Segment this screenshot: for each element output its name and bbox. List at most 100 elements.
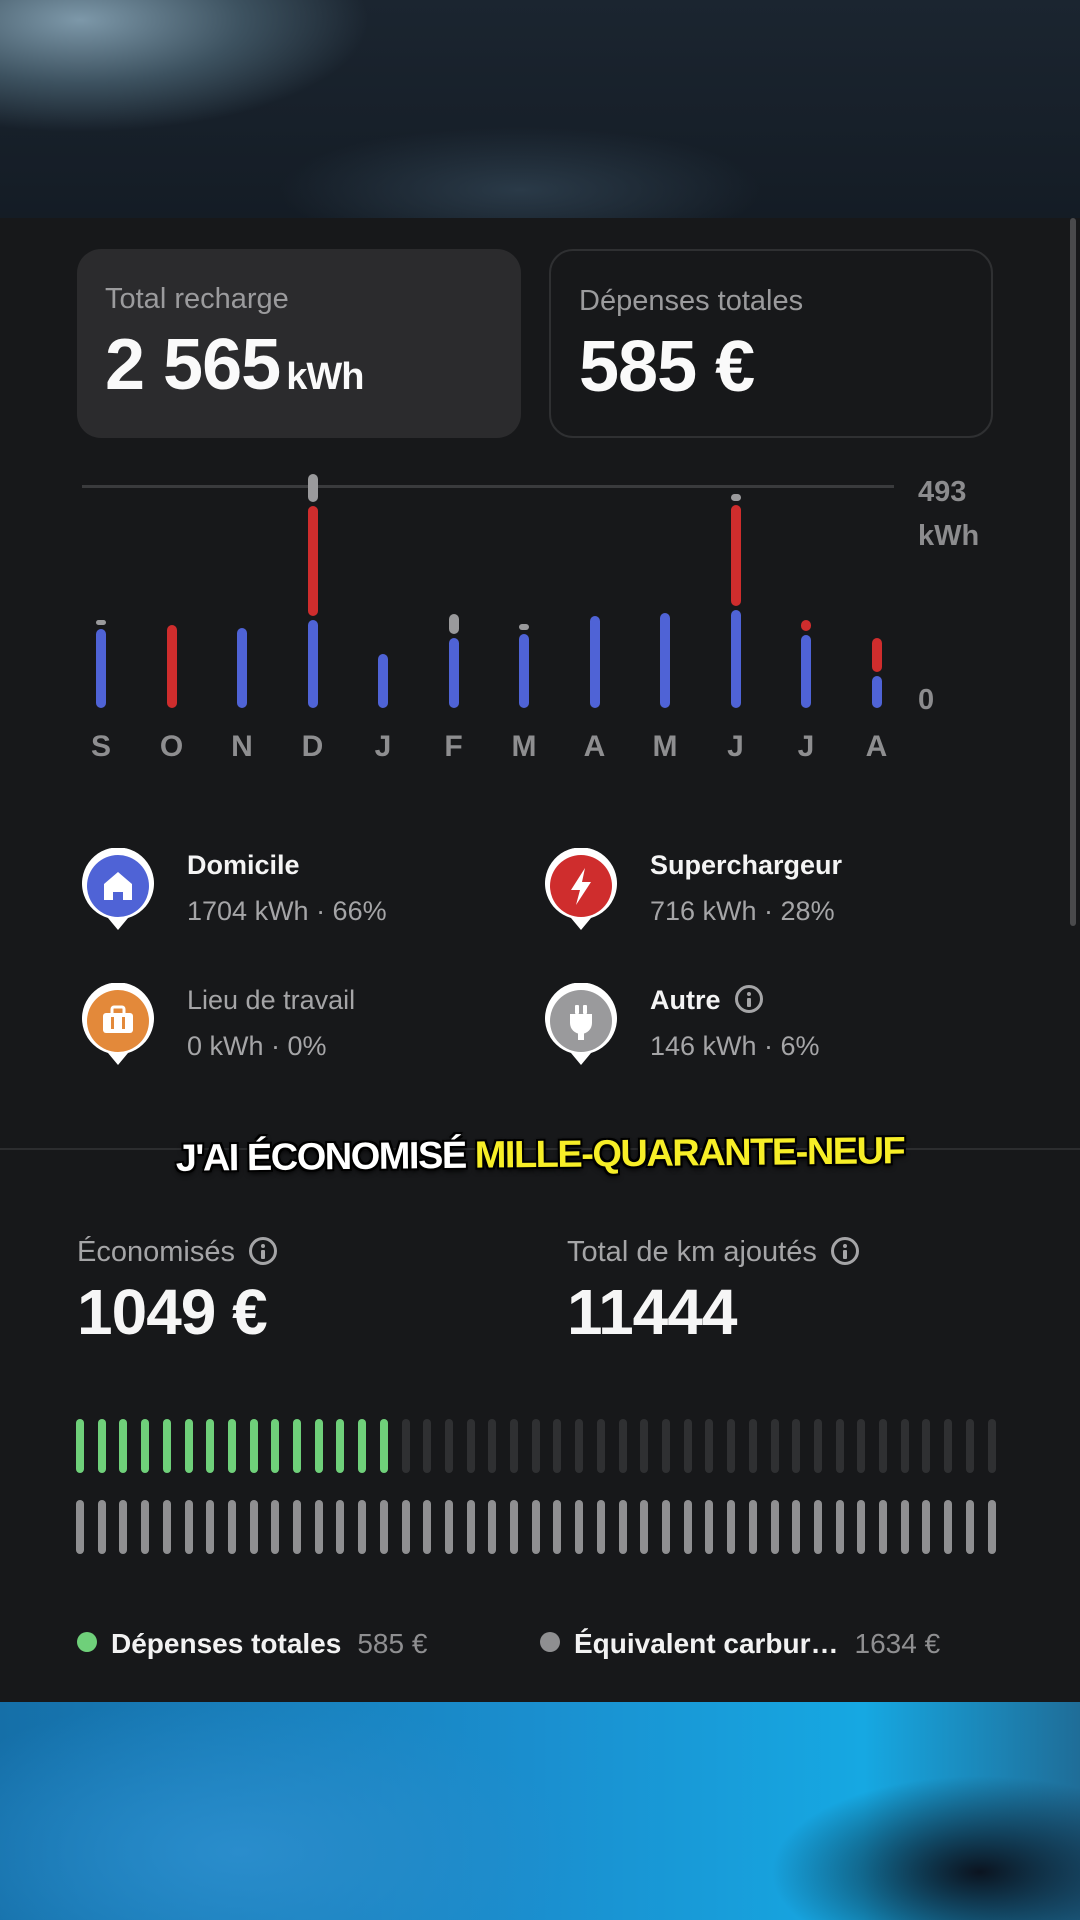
total-charge-card[interactable]: Total recharge 2 565 kWh <box>77 249 521 438</box>
comparison-tick <box>553 1419 562 1473</box>
comparison-tick <box>944 1500 953 1554</box>
month-label: A <box>865 730 888 763</box>
caption-yellow-text: MILLE-QUARANTE-NEUF <box>474 1130 905 1177</box>
comparison-tick <box>879 1500 888 1554</box>
location-home-name: Domicile <box>187 850 300 880</box>
location-other-detail: 146 kWh · 6% <box>650 1031 820 1061</box>
monthly-charge-chart: 493 kWh 0 S O N D J F M A M J J A <box>70 470 1010 770</box>
comparison-tick <box>293 1419 302 1473</box>
comparison-tick <box>596 1419 605 1473</box>
month-label: F <box>444 730 463 763</box>
location-other-name: Autre <box>650 985 763 1016</box>
location-workplace-name: Lieu de travail <box>187 985 356 1015</box>
comparison-tick <box>336 1419 345 1473</box>
total-spend-label: Dépenses totales <box>579 285 804 317</box>
comparison-tick <box>857 1419 866 1473</box>
month-label: D <box>301 730 324 763</box>
chart-bar <box>871 637 882 672</box>
location-other[interactable]: Autre 146 kWh · 6% <box>543 983 983 1065</box>
comparison-tick <box>813 1500 822 1554</box>
background-top <box>0 0 1080 218</box>
background-bottom <box>0 1702 1080 1920</box>
legend-total-spend: Dépenses totales 585 € <box>77 1628 427 1660</box>
comparison-tick <box>813 1419 822 1473</box>
chart-bar <box>448 613 459 635</box>
comparison-tick <box>358 1419 367 1473</box>
spend-comparison-bar <box>76 1419 996 1473</box>
chart-bar <box>519 624 529 630</box>
month-label: S <box>90 730 111 763</box>
chart-bar <box>448 638 459 708</box>
chart-bar <box>237 627 247 708</box>
comparison-tick <box>705 1419 714 1473</box>
y-axis-unit: kWh <box>918 520 980 552</box>
location-supercharger-detail: 716 kWh · 28% <box>650 896 835 926</box>
month-label: O <box>159 730 184 763</box>
comparison-tick <box>119 1419 128 1473</box>
location-workplace[interactable]: Lieu de travail 0 kWh · 0% <box>80 983 500 1065</box>
comparison-tick <box>965 1500 974 1554</box>
comparison-tick <box>683 1419 692 1473</box>
total-charge-unit: kWh <box>286 356 364 398</box>
info-icon[interactable] <box>734 985 763 1013</box>
month-label: J <box>797 730 815 763</box>
saved-label: Économisés <box>77 1236 277 1269</box>
comparison-tick <box>76 1419 84 1473</box>
total-spend-card[interactable]: Dépenses totales 585 € <box>549 249 993 438</box>
total-spend-value: 585 € <box>579 327 755 407</box>
legend-spend-label: Dépenses totales <box>111 1628 342 1659</box>
comparison-tick <box>900 1419 909 1473</box>
scrollbar[interactable] <box>1070 218 1076 926</box>
comparison-tick <box>184 1500 193 1554</box>
legend-dot-grey <box>540 1632 560 1652</box>
comparison-tick <box>770 1419 779 1473</box>
chart-bar <box>730 609 741 708</box>
fuel-comparison-bar <box>76 1500 996 1554</box>
comparison-tick <box>835 1419 844 1473</box>
comparison-tick <box>879 1419 888 1473</box>
comparison-tick <box>76 1500 84 1554</box>
location-home-detail: 1704 kWh · 66% <box>187 896 387 926</box>
chart-bar <box>730 504 741 606</box>
comparison-tick <box>900 1500 909 1554</box>
km-added-value: 11444 <box>567 1276 737 1348</box>
location-supercharger[interactable]: Superchargeur 716 kWh · 28% <box>543 848 983 930</box>
saved-label-text: Économisés <box>77 1236 235 1268</box>
location-home[interactable]: Domicile 1704 kWh · 66% <box>80 848 500 930</box>
comparison-tick <box>987 1419 996 1473</box>
comparison-tick <box>531 1500 540 1554</box>
comparison-tick <box>271 1500 280 1554</box>
comparison-tick <box>97 1500 106 1554</box>
chart-bar <box>166 624 177 708</box>
comparison-tick <box>661 1500 670 1554</box>
comparison-tick <box>575 1419 584 1473</box>
comparison-tick <box>748 1419 757 1473</box>
total-charge-label: Total recharge <box>105 283 289 315</box>
chart-bar <box>801 619 811 632</box>
location-other-name-text: Autre <box>650 985 721 1015</box>
comparison-tick <box>683 1500 692 1554</box>
info-icon[interactable] <box>248 1237 277 1265</box>
legend-fuel-equivalent: Équivalent carbur… 1634 € <box>540 1628 940 1660</box>
house-icon <box>82 848 154 930</box>
comparison-tick <box>141 1419 150 1473</box>
month-label: J <box>727 730 744 763</box>
comparison-tick <box>401 1500 410 1554</box>
comparison-tick <box>965 1419 974 1473</box>
legend-fuel-label: Équivalent carbur… <box>574 1628 839 1659</box>
comparison-tick <box>835 1500 844 1554</box>
saved-value: 1049 € <box>77 1276 268 1348</box>
comparison-tick <box>466 1419 475 1473</box>
comparison-tick <box>596 1500 605 1554</box>
comparison-tick <box>748 1500 757 1554</box>
comparison-tick <box>727 1419 736 1473</box>
comparison-tick <box>857 1500 866 1554</box>
comparison-tick <box>444 1419 453 1473</box>
km-added-stat: Total de km ajoutés 11444 <box>567 1236 859 1349</box>
info-icon[interactable] <box>830 1237 859 1265</box>
comparison-tick <box>423 1419 432 1473</box>
comparison-tick <box>119 1500 128 1554</box>
comparison-tick <box>575 1500 584 1554</box>
comparison-tick <box>206 1500 215 1554</box>
total-charge-value: 2 565 kWh <box>105 324 493 406</box>
